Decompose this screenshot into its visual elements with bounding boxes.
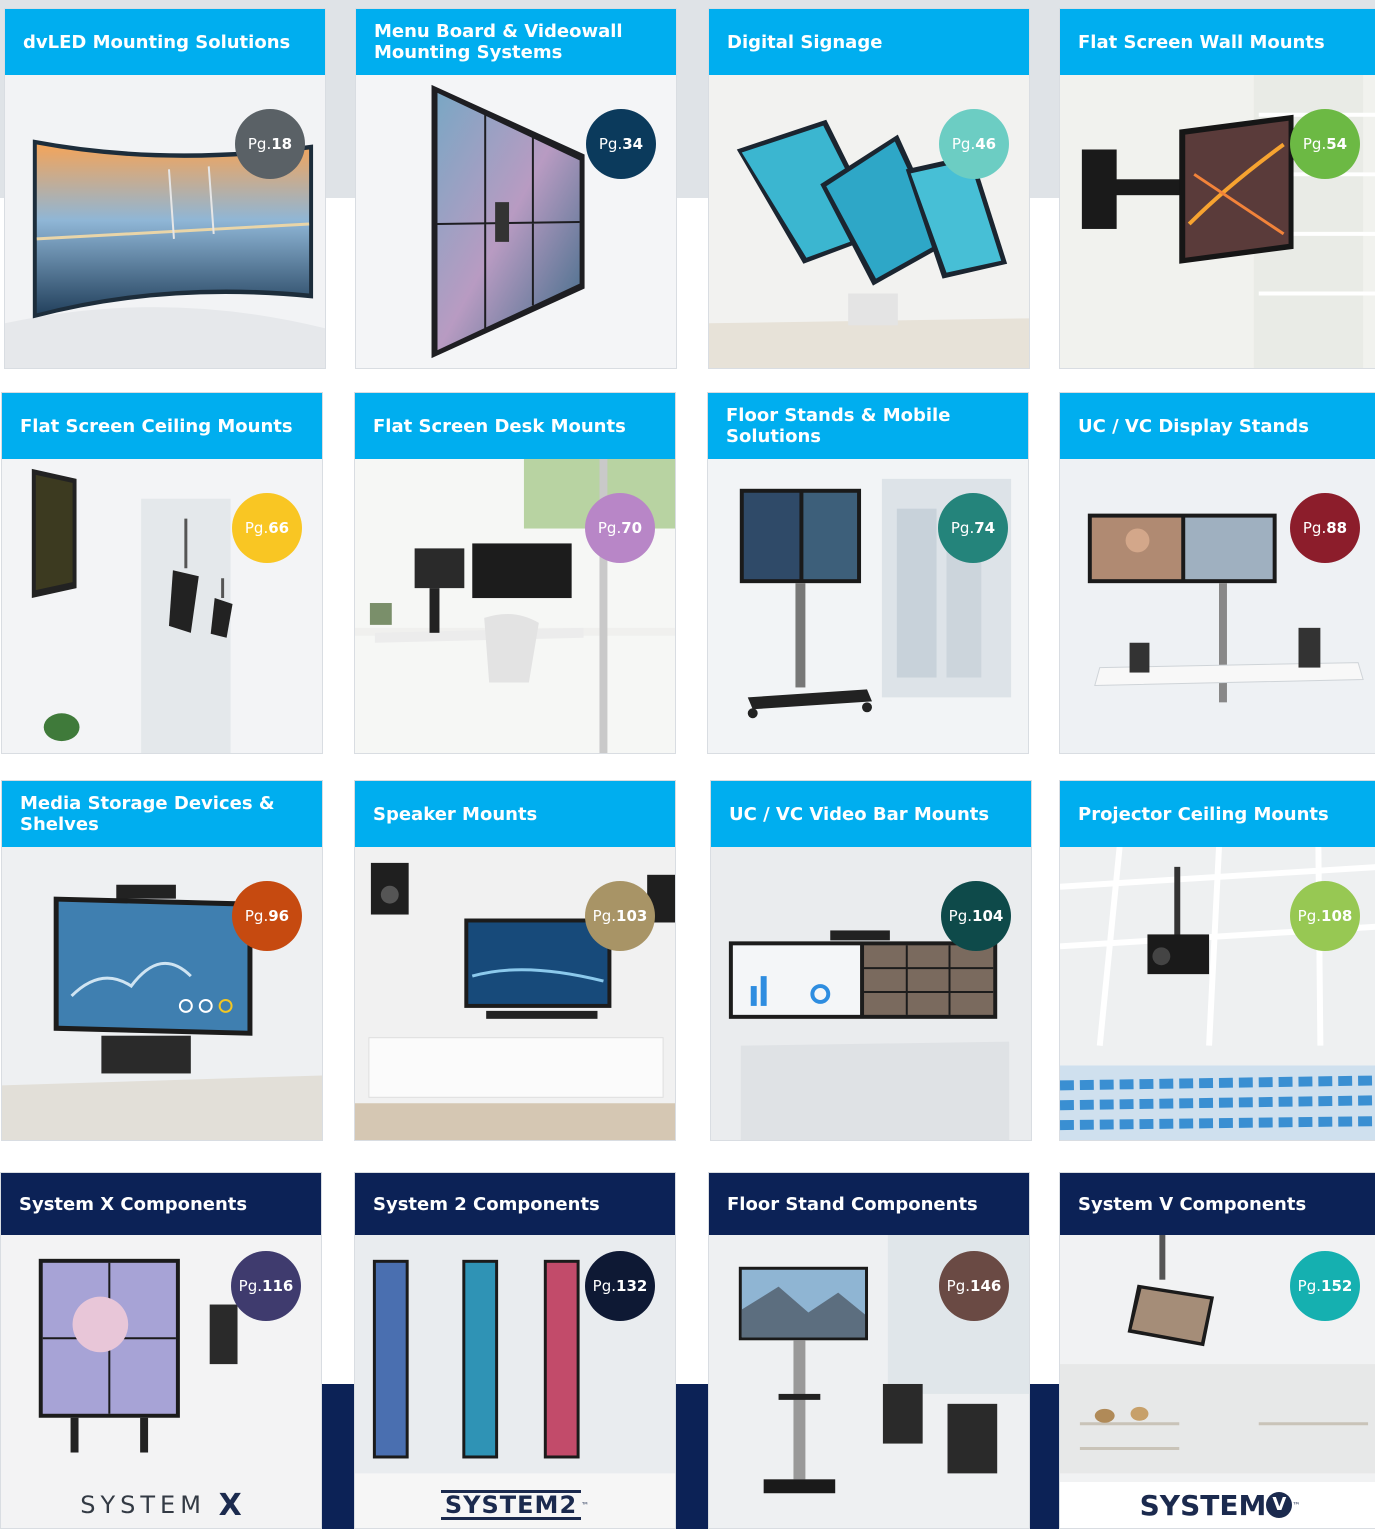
page-badge: Pg. 74 (938, 493, 1008, 563)
page-badge: Pg. 18 (235, 109, 305, 179)
tile-title: Projector Ceiling Mounts (1060, 781, 1375, 847)
tile-title: Floor Stand Components (709, 1173, 1029, 1235)
page-badge: Pg. 70 (585, 493, 655, 563)
page-badge: Pg. 152 (1290, 1251, 1360, 1321)
tile-title: Digital Signage (709, 9, 1029, 75)
page-badge: Pg. 103 (585, 881, 655, 951)
system-v-logo: SYSTEM V ™ (1060, 1482, 1375, 1528)
tile-title: Menu Board & Videowall Mounting Systems (356, 9, 676, 75)
system-x-logo: SYSTEM X (80, 1487, 242, 1523)
tile-floor-stands-mobile[interactable]: Floor Stands & Mobile Solutions Pg. 74 (707, 392, 1029, 754)
page-badge: Pg. 34 (586, 109, 656, 179)
tile-media-storage-devices[interactable]: Media Storage Devices & Shelves Pg. 96 (1, 780, 323, 1141)
tile-title: System X Components (1, 1173, 321, 1235)
tile-speaker-mounts[interactable]: Speaker Mounts Pg. 103 (354, 780, 676, 1141)
tile-system-v-components[interactable]: System V Components Pg. 152 SYSTEM V ™ (1059, 1172, 1375, 1529)
tile-title: dvLED Mounting Solutions (5, 9, 325, 75)
tile-title: Media Storage Devices & Shelves (2, 781, 322, 847)
tile-title: Floor Stands & Mobile Solutions (708, 393, 1028, 459)
tile-uc-vc-display-stands[interactable]: UC / VC Display Stands Pg. 88 (1059, 392, 1375, 754)
page-badge: Pg. 116 (231, 1251, 301, 1321)
page-badge: Pg. 54 (1290, 109, 1360, 179)
system-2-logo: SYSTEM2 ™ (355, 1482, 675, 1528)
tile-digital-signage[interactable]: Digital Signage Pg. 46 (708, 8, 1030, 369)
tile-uc-vc-video-bar-mounts[interactable]: UC / VC Video Bar Mounts Pg. 104 (710, 780, 1032, 1141)
tile-flat-screen-desk-mounts[interactable]: Flat Screen Desk Mounts Pg. 70 (354, 392, 676, 754)
tile-title: Flat Screen Ceiling Mounts (2, 393, 322, 459)
tile-floor-stand-components[interactable]: Floor Stand Components Pg. 146 (708, 1172, 1030, 1529)
tile-projector-ceiling-mounts[interactable]: Projector Ceiling Mounts Pg. 108 (1059, 780, 1375, 1141)
tile-flat-screen-ceiling-mounts[interactable]: Flat Screen Ceiling Mounts Pg. 66 (1, 392, 323, 754)
tile-system-x-components[interactable]: System X Components Pg. 116 SYSTEM X (0, 1172, 322, 1529)
tile-system-2-components[interactable]: System 2 Components Pg. 132 SYSTEM2 ™ (354, 1172, 676, 1529)
page-badge: Pg. 104 (941, 881, 1011, 951)
page-badge: Pg. 46 (939, 109, 1009, 179)
page-badge: Pg. 88 (1290, 493, 1360, 563)
tile-flat-screen-wall-mounts[interactable]: Flat Screen Wall Mounts Pg. 54 (1059, 8, 1375, 369)
page-badge: Pg. 66 (232, 493, 302, 563)
tile-title: Speaker Mounts (355, 781, 675, 847)
tile-title: Flat Screen Wall Mounts (1060, 9, 1375, 75)
page-badge: Pg. 96 (232, 881, 302, 951)
tile-title: UC / VC Display Stands (1060, 393, 1375, 459)
tile-title: System 2 Components (355, 1173, 675, 1235)
tile-dvled-mounting[interactable]: dvLED Mounting Solutions Pg. 18 (4, 8, 326, 369)
page-badge: Pg. 108 (1290, 881, 1360, 951)
page-badge: Pg. 132 (585, 1251, 655, 1321)
tile-menu-board-videowall[interactable]: Menu Board & Videowall Mounting Systems … (355, 8, 677, 369)
tile-title: UC / VC Video Bar Mounts (711, 781, 1031, 847)
tile-title: Flat Screen Desk Mounts (355, 393, 675, 459)
tile-title: System V Components (1060, 1173, 1375, 1235)
page-badge: Pg. 146 (939, 1251, 1009, 1321)
